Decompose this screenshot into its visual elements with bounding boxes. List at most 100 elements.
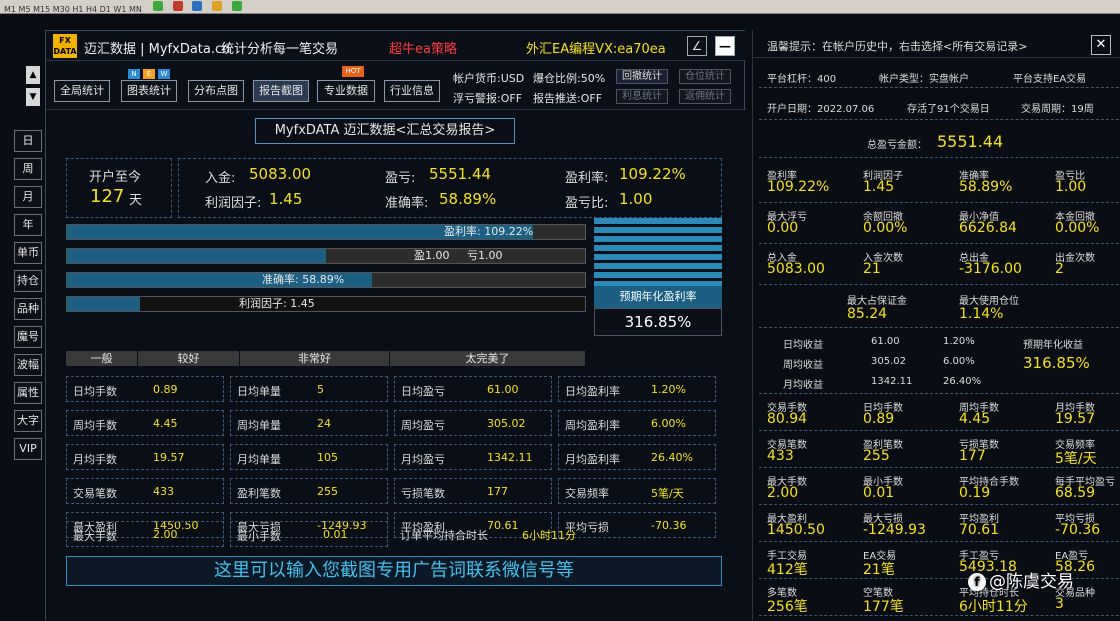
watermark-text: @陈虞交易 xyxy=(989,572,1074,592)
stat-value: 5083.00 xyxy=(767,261,825,277)
tip-text: 温馨提示：在帐户历史中，右击选择<所有交易记录> xyxy=(767,40,1028,53)
factor-bar-fill xyxy=(67,297,140,311)
stat-value: 109.22% xyxy=(767,179,830,195)
tab-report-screenshot[interactable]: 报告截图 xyxy=(253,80,309,102)
close-icon[interactable]: ✕ xyxy=(1091,35,1111,55)
toolbar-label: M1 M5 M15 M30 H1 H4 D1 W1 MN xyxy=(4,5,142,14)
stats-row: 最大手数 2.00 最小手数 0.01 平均持合手数 0.19 每手平均盈亏 68.59 xyxy=(759,470,1119,505)
sidebar-item-symbol[interactable]: 品种 xyxy=(14,298,42,320)
sidebar-item-attribute[interactable]: 属性 xyxy=(14,382,42,404)
stat-value: 85.24 xyxy=(847,306,888,322)
sidebar-item-single-currency[interactable]: 单币 xyxy=(14,242,42,264)
grade-very-good: 非常好 xyxy=(240,351,390,366)
search-icon[interactable] xyxy=(192,1,203,11)
sidebar-item-position[interactable]: 持仓 xyxy=(14,270,42,292)
stat-cell: 交易频率 5笔/天 xyxy=(558,478,716,504)
stat-key: 周均盈亏 xyxy=(401,419,445,432)
stat-key: 日均盈利率 xyxy=(565,385,620,398)
rebate-stats-button[interactable]: 返佣统计 xyxy=(679,89,731,104)
main-toolbar: N E W HOT 全局统计 图表统计 分布点图 报告截图 专业数据 行业信息 … xyxy=(46,62,746,108)
stat-value: 1.14% xyxy=(959,306,1004,322)
accuracy-value: 58.89% xyxy=(439,190,497,208)
pl-ratio-value: 1.00 xyxy=(619,190,653,208)
report-panel: MyfxDATA 迈汇数据<汇总交易报告> 开户至今 127 天 入金: 508… xyxy=(46,109,746,621)
promo-link[interactable]: 超牛ea策略 xyxy=(389,38,457,57)
autotrade-icon[interactable] xyxy=(231,1,242,11)
stats-row: 总入金 5083.00 入金次数 21 总出金 -3176.00 出金次数 2 xyxy=(759,246,1119,285)
scroll-up-icon[interactable]: ▲ xyxy=(26,66,40,84)
deposit-value: 5083.00 xyxy=(249,165,312,183)
total-pnl-row: 总盈亏金额： 5551.44 xyxy=(759,122,1119,158)
stat-value: 177笔 xyxy=(863,599,904,615)
tab-global-stats[interactable]: 全局统计 xyxy=(54,80,110,102)
drawdown-stats-button[interactable]: 回撤统计 xyxy=(616,69,668,84)
stat-value: 0.00% xyxy=(1055,220,1100,236)
stat-value: 24 xyxy=(317,417,331,430)
annual-label: 预期年化盈利率 xyxy=(594,286,722,308)
platform-info: 平台杠杆：400 帐户类型：实盘帐户 平台支持EA交易 xyxy=(759,60,1119,88)
sidebar-item-month[interactable]: 月 xyxy=(14,186,42,208)
period-label: 日均收益 xyxy=(783,340,823,351)
stats-row: 盈利率 109.22% 利润因子 1.45 准确率 58.89% 盈亏比 1.00 xyxy=(759,164,1119,203)
grade-perfect: 太完美了 xyxy=(390,351,586,366)
stat-value: 4.45 xyxy=(959,411,991,427)
since-open-box: 开户至今 127 天 xyxy=(66,158,172,218)
social-logo-icon: f xyxy=(968,573,986,591)
win-bar-fill xyxy=(67,249,326,263)
minimize-button[interactable]: — xyxy=(715,36,735,56)
ad-text-box[interactable]: 这里可以输入您截图专用广告词联系微信号等 xyxy=(66,556,722,586)
stat-value: 0.00 xyxy=(767,220,799,236)
stat-value: 0.01 xyxy=(323,528,348,541)
sidebar-item-year[interactable]: 年 xyxy=(14,214,42,236)
stat-cell: 最小手数 0.01 xyxy=(230,521,388,547)
sidebar-item-week[interactable]: 周 xyxy=(14,158,42,180)
total-pnl-value: 5551.44 xyxy=(937,132,1004,151)
win-bar-text: 盈1.00 xyxy=(414,249,450,262)
sidebar-item-range[interactable]: 波幅 xyxy=(14,354,42,376)
stat-value: 0.19 xyxy=(959,485,991,501)
period-value: 1342.11 xyxy=(871,376,913,387)
chart-icon[interactable] xyxy=(172,1,183,11)
stat-cell: 日均盈利率 1.20% xyxy=(558,376,716,402)
brand-title: 迈汇数据 | MyfxData.cn xyxy=(84,42,231,57)
stat-value: 1.20% xyxy=(651,383,686,396)
stat-cell: 日均手数 0.89 xyxy=(66,376,224,402)
scroll-down-icon[interactable]: ▼ xyxy=(26,88,40,106)
annual-value: 316.85% xyxy=(594,308,722,336)
stat-value: 68.59 xyxy=(1055,485,1096,501)
stat-key: 周均手数 xyxy=(73,419,117,432)
stat-value: 1.00 xyxy=(1055,179,1087,195)
stat-cell: 盈利笔数 255 xyxy=(230,478,388,504)
loss-bar-text: 亏1.00 xyxy=(467,249,503,262)
profit-rate-bar-text: 盈利率: 109.22% xyxy=(444,225,534,238)
stat-cell: 交易笔数 433 xyxy=(66,478,224,504)
pnl-value: 5551.44 xyxy=(429,165,492,183)
brand-subtitle: 统计分析每一笔交易 xyxy=(221,42,339,57)
stat-cell: 月均单量 105 xyxy=(230,444,388,470)
new-order-icon[interactable] xyxy=(152,1,163,11)
factor-bar: 利润因子: 1.45 xyxy=(66,296,586,312)
expert-icon[interactable] xyxy=(212,1,223,11)
period-rate: 6.00% xyxy=(943,356,975,367)
tab-pro-data[interactable]: 专业数据 xyxy=(317,80,375,102)
annual-stripes xyxy=(594,218,722,286)
accuracy-bar-text: 准确率: 58.89% xyxy=(262,273,345,286)
stat-value: 58.89% xyxy=(959,179,1013,195)
stat-value: 21笔 xyxy=(863,562,895,578)
sidebar-item-magic[interactable]: 魔号 xyxy=(14,326,42,348)
tab-industry-info[interactable]: 行业信息 xyxy=(384,80,440,102)
sidebar-item-day[interactable]: 日 xyxy=(14,130,42,152)
tab-chart-stats[interactable]: 图表统计 xyxy=(121,80,177,102)
interest-stats-button[interactable]: 利息统计 xyxy=(616,89,668,104)
accuracy-label: 准确率: xyxy=(385,196,429,211)
stat-value: 105 xyxy=(317,451,338,464)
sidebar-item-vip[interactable]: VIP xyxy=(14,438,42,460)
stat-value: 6小时11分 xyxy=(522,529,576,542)
edit-button[interactable]: ∠ xyxy=(687,36,707,56)
tab-distribution[interactable]: 分布点图 xyxy=(188,80,244,102)
position-stats-button[interactable]: 仓位统计 xyxy=(679,69,731,84)
profit-rate-value: 109.22% xyxy=(619,165,686,183)
new-badge-n: N xyxy=(128,69,140,79)
report-push-info: 报告推送:OFF xyxy=(533,92,603,105)
sidebar-item-big-font[interactable]: 大字 xyxy=(14,410,42,432)
